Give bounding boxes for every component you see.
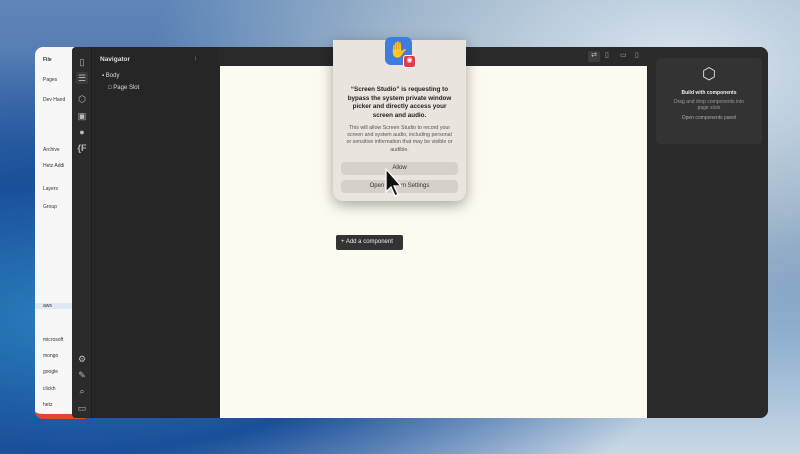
layer-item[interactable]: Group xyxy=(43,204,57,210)
page-item[interactable]: Dev Hand xyxy=(43,97,65,103)
add-component-label: Add a component xyxy=(345,239,393,245)
tree-label: Page Slot xyxy=(113,85,140,91)
collapse-icon[interactable]: ↕ xyxy=(194,56,197,62)
archive-item[interactable]: Archive xyxy=(43,147,60,153)
right-panel: ⬡ Build with components Drag and drop co… xyxy=(648,47,768,418)
layers-label: Layers xyxy=(43,186,59,192)
cursor-icon xyxy=(385,168,403,197)
search-icon[interactable]: ⌕ xyxy=(76,385,88,397)
page-icon[interactable]: ▯ xyxy=(76,56,88,68)
tablet-icon[interactable]: ▯ xyxy=(605,51,609,59)
tree-label: Body xyxy=(105,73,120,79)
add-component-button[interactable]: + Add a component xyxy=(336,235,403,250)
open-components-link[interactable]: Open components panel xyxy=(656,115,762,121)
layer-item[interactable]: hetz xyxy=(43,402,52,408)
navigator-title: Navigator xyxy=(100,56,130,63)
components-icon[interactable]: ⬡ xyxy=(76,93,88,105)
card-title: Build with components xyxy=(681,90,737,96)
folder-icon[interactable]: ▭ xyxy=(76,402,88,414)
components-card: ⬡ Build with components Drag and drop co… xyxy=(656,58,762,144)
variables-icon[interactable]: {F xyxy=(76,142,88,154)
layer-item[interactable]: clickh xyxy=(43,386,56,392)
landscape-icon[interactable]: ▭ xyxy=(620,51,627,59)
magic-icon[interactable]: ✎ xyxy=(76,369,88,381)
dialog-body: This will allow Screen Studio to record … xyxy=(346,125,453,153)
dialog-title: “Screen Studio” is requesting to bypass … xyxy=(347,86,452,119)
globe-icon[interactable]: ● xyxy=(76,126,88,138)
layer-item[interactable]: microsoft xyxy=(43,337,63,343)
responsive-icon[interactable]: ⇄ xyxy=(588,51,600,62)
mobile-icon[interactable]: ▯ xyxy=(635,51,639,59)
layer-item[interactable]: google xyxy=(43,369,58,375)
pages-label: Pages xyxy=(43,77,58,83)
record-icon: ◉ xyxy=(403,55,416,68)
layer-item[interactable]: mongo xyxy=(43,353,58,359)
navigator-icon[interactable]: ☰ xyxy=(76,72,88,84)
card-description: Drag and drop components into page slots xyxy=(673,99,745,111)
icon-rail: ▯ ☰ ⬡ ▣ ● {F ⚙ ✎ ⌕ ▭ xyxy=(72,47,92,418)
cube-icon: ⬡ xyxy=(702,66,716,83)
assets-icon[interactable]: ▣ xyxy=(76,110,88,122)
navigator-panel: Navigator ↕ ▪ Body □ Page Slot xyxy=(92,47,218,418)
tree-item-page-slot[interactable]: □ Page Slot xyxy=(108,85,139,91)
settings-icon[interactable]: ⚙ xyxy=(76,353,88,365)
page-item[interactable]: Hetz Addi xyxy=(43,163,64,169)
tree-item-body[interactable]: ▪ Body xyxy=(102,73,119,79)
file-menu[interactable]: File xyxy=(43,57,52,63)
